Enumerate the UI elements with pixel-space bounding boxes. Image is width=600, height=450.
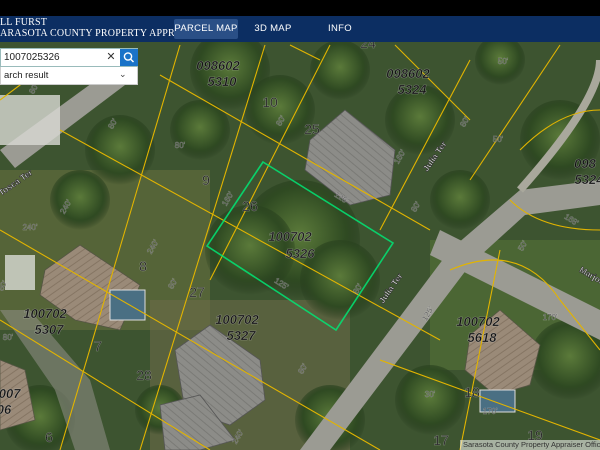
lot-number-label: 10 [262,94,278,110]
parcel-id-label: 5618 [468,330,498,345]
dimension-label: 170' [483,407,498,416]
tab-parcel-map[interactable]: PARCEL MAP [174,19,238,39]
lot-number-label: 9 [202,172,210,188]
search-icon [123,52,135,63]
dimension-label: 80' [175,141,186,150]
search-button[interactable] [120,49,138,66]
dimension-label: 240' [23,223,38,232]
lot-number-label: 25 [304,121,320,137]
parcel-id-label: 098602 [196,58,240,73]
search-input[interactable] [4,49,104,66]
lot-number-label: 6 [45,429,53,445]
parcel-id-label: 5327 [227,328,257,343]
clear-search-button[interactable]: ✕ [105,51,117,64]
parcel-id-label: 5324 [575,172,600,187]
parcel-id-label: 098 [574,156,596,171]
dimension-label: 50' [493,135,504,144]
selected-parcel-id: 5326 [286,246,316,261]
lot-number-label: 18 [464,384,480,400]
parcel-id-label: 100702 [215,312,259,327]
dimension-label: 30' [425,390,436,399]
map-attribution: Sarasota County Property Appraiser Offic… [460,440,600,450]
dimension-label: 80' [3,333,14,342]
app-header: LL FURST ARASOTA COUNTY PROPERTY APPRAIS… [0,16,600,42]
search-results-dropdown[interactable]: arch result ⌄ [0,67,138,85]
lot-number-label: 17 [433,432,449,448]
parcel-id-label: 098602 [386,66,430,81]
parcel-id-label: 100702 [456,314,500,329]
lot-number-label: 26 [242,198,258,214]
tab-3d-map[interactable]: 3D MAP [250,19,296,39]
close-icon: ✕ [106,51,116,63]
chevron-down-icon: ⌄ [119,69,127,79]
parcel-id-label: 100702 [23,306,67,321]
parcel-id-label: 06 [0,402,12,417]
lot-number-label: 8 [139,258,147,274]
top-black-bar [0,0,600,16]
dimension-label: 170' [543,313,558,322]
parcel-id-label: 5324 [398,82,428,97]
parcel-id-label: 5310 [208,74,238,89]
lot-number-label: 28 [136,367,152,383]
dimension-label: 50' [498,57,509,66]
lot-number-label: 27 [189,284,205,300]
search-results-label: arch result [4,70,49,81]
lot-number-label: 7 [94,338,102,354]
search-box: ✕ [0,48,138,67]
parcel-id-label: 5307 [35,322,65,337]
selected-parcel-id: 100702 [268,229,312,244]
parcel-id-label: 1007 [0,386,21,401]
tab-info[interactable]: INFO [322,19,358,39]
